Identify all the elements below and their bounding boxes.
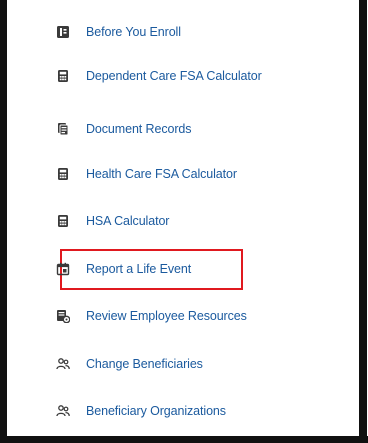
- info-doc-icon: [54, 23, 72, 41]
- people-icon: [54, 355, 72, 373]
- menu-item-label: Health Care FSA Calculator: [86, 167, 237, 181]
- menu-item-label: Beneficiary Organizations: [86, 404, 226, 418]
- menu-item-report-a-life-event[interactable]: Report a Life Event: [54, 259, 191, 279]
- calculator-icon: [54, 165, 72, 183]
- people-icon: [54, 402, 72, 420]
- menu-item-label: Document Records: [86, 122, 192, 136]
- calculator-icon: [54, 67, 72, 85]
- menu-item-label: Dependent Care FSA Calculator: [86, 69, 262, 83]
- menu-item-document-records[interactable]: Document Records: [54, 119, 191, 139]
- menu-item-label: Report a Life Event: [86, 262, 192, 276]
- menu-item-beneficiary-organizations[interactable]: Beneficiary Organizations: [54, 401, 226, 421]
- menu-item-review-employee-resources[interactable]: Review Employee Resources: [54, 306, 247, 326]
- menu-item-label: HSA Calculator: [86, 214, 170, 228]
- calculator-icon: [54, 212, 72, 230]
- menu-item-dependent-care-fsa-calculator[interactable]: Dependent Care FSA Calculator: [54, 66, 262, 86]
- menu-item-label: Change Beneficiaries: [86, 357, 203, 371]
- menu-item-health-care-fsa-calculator[interactable]: Health Care FSA Calculator: [54, 164, 237, 184]
- menu-item-change-beneficiaries[interactable]: Change Beneficiaries: [54, 354, 203, 374]
- menu-item-before-you-enroll[interactable]: Before You Enroll: [54, 22, 181, 42]
- menu-item-label: Review Employee Resources: [86, 309, 247, 323]
- menu-frame: Before You Enroll Dependent Care FSA Cal…: [0, 0, 368, 443]
- calendar-icon: [54, 260, 72, 278]
- menu-item-hsa-calculator[interactable]: HSA Calculator: [54, 211, 169, 231]
- frame-border-left: [0, 0, 7, 443]
- document-records-icon: [54, 120, 72, 138]
- resources-icon: [54, 307, 72, 325]
- frame-border-right: [359, 0, 367, 443]
- menu-panel: Before You Enroll Dependent Care FSA Cal…: [7, 0, 359, 436]
- menu-item-label: Before You Enroll: [86, 25, 181, 39]
- frame-border-bottom: [0, 436, 368, 443]
